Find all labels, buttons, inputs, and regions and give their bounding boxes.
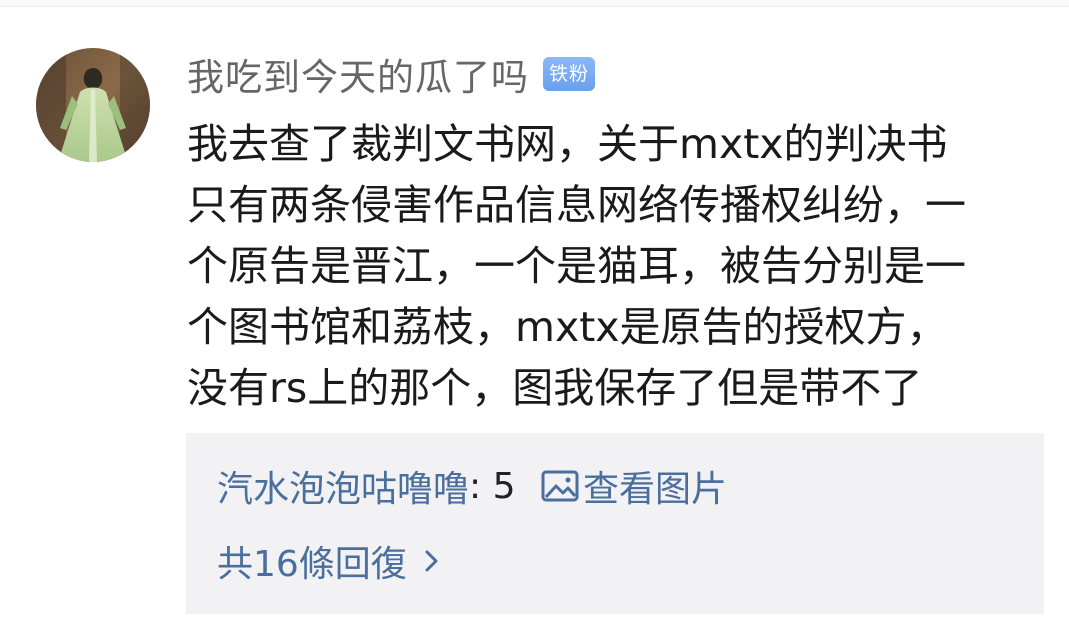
content-line: 没有rs上的那个，图我保存了但是带不了 (187, 364, 923, 412)
comment-post: 我吃到今天的瓜了吗 铁粉 我去查了裁判文书网，关于mxtx的判决书 只有两条侵害… (0, 0, 1069, 644)
avatar[interactable] (36, 48, 150, 162)
chevron-right-icon (425, 550, 438, 572)
content-line: 只有两条侵害作品信息网络传播权纠纷，一 (187, 181, 966, 229)
reply-box[interactable]: 汽水泡泡咕噜噜 : 5 查看图片 共16條回復 (186, 433, 1044, 614)
image-icon (541, 470, 579, 502)
view-image-link[interactable]: 查看图片 (541, 460, 727, 512)
post-header: 我吃到今天的瓜了吗 铁粉 (187, 47, 596, 101)
reply-count-link[interactable]: 共16條回復 (217, 536, 443, 586)
reply-author[interactable]: 汽水泡泡咕噜噜 (217, 460, 469, 512)
reply-count-label: 共16條回復 (217, 544, 407, 585)
fan-badge: 铁粉 (543, 57, 596, 91)
avatar-image (36, 48, 150, 162)
username[interactable]: 我吃到今天的瓜了吗 (187, 47, 529, 101)
content-line: 个原告是晋江，一个是猫耳，被告分别是一 (187, 242, 966, 290)
reply-preview[interactable]: 汽水泡泡咕噜噜 : 5 查看图片 (217, 461, 727, 511)
reply-text: : 5 (469, 465, 527, 507)
view-image-label: 查看图片 (582, 469, 727, 510)
content-line: 我去查了裁判文书网，关于mxtx的判决书 (187, 120, 948, 168)
content-line: 个图书馆和荔枝，mxtx是原告的授权方， (187, 303, 948, 351)
post-content: 我去查了裁判文书网，关于mxtx的判决书 只有两条侵害作品信息网络传播权纠纷，一… (187, 114, 1057, 419)
